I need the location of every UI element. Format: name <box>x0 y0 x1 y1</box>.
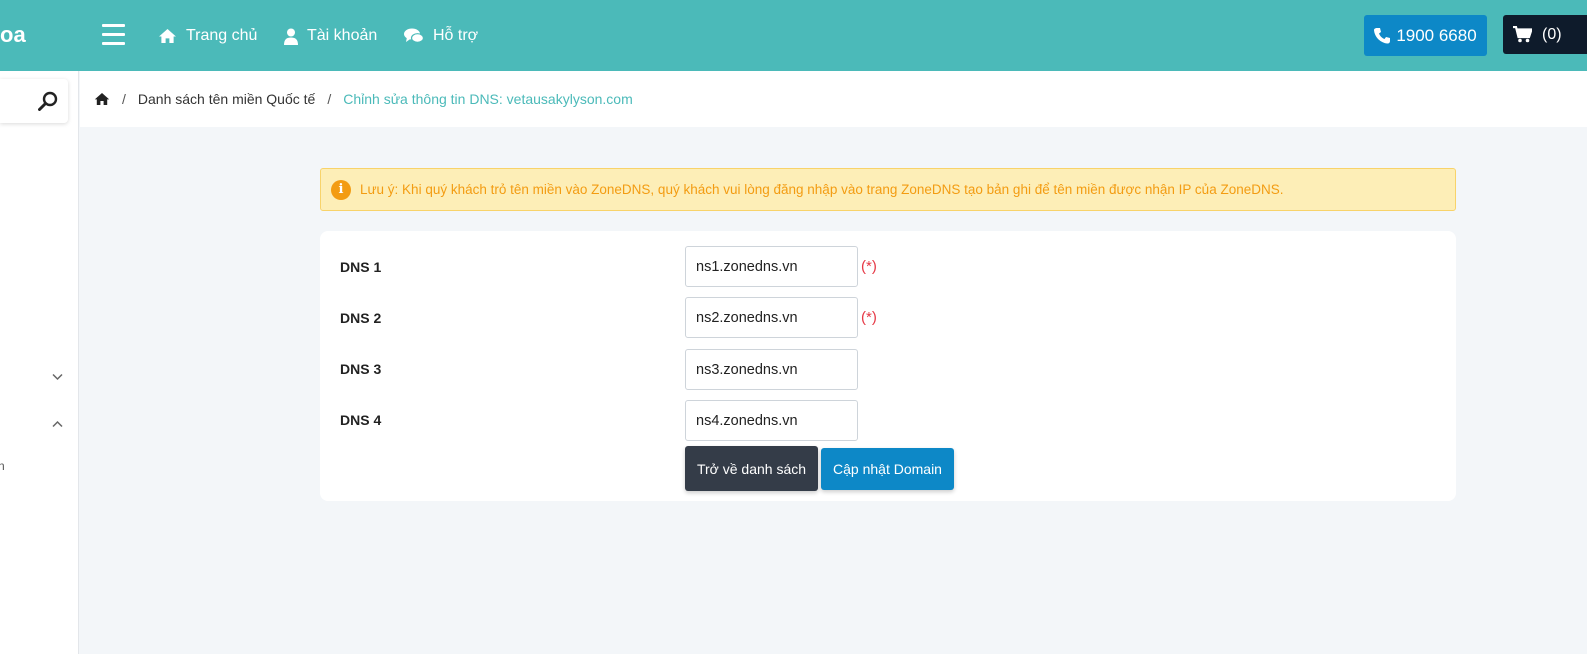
breadcrumb: / Danh sách tên miền Quốc tế / Chỉnh sửa… <box>80 71 1587 127</box>
nav-account-label: Tài khoản <box>307 27 378 44</box>
required-marker: (*) <box>861 258 877 275</box>
sidebar-item-label[interactable]: n <box>0 459 5 473</box>
search-icon <box>38 91 58 111</box>
home-icon[interactable] <box>94 92 110 106</box>
chat-icon <box>404 28 424 43</box>
nav-home-label: Trang chủ <box>186 27 258 44</box>
dns4-label: DNS 4 <box>340 412 382 428</box>
dns4-input[interactable] <box>685 400 858 441</box>
update-domain-button[interactable]: Cập nhật Domain <box>821 448 954 490</box>
dns-warning-alert: i Lưu ý: Khi quý khách trỏ tên miền vào … <box>320 168 1456 211</box>
nav-support-label: Hỗ trợ <box>433 27 479 44</box>
cart-count: (0) <box>1542 25 1562 43</box>
dns3-input[interactable] <box>685 349 858 390</box>
hamburger-icon[interactable] <box>102 24 125 46</box>
breadcrumb-item-current: Chỉnh sửa thông tin DNS: vetausakylyson.… <box>343 91 633 107</box>
dns2-label: DNS 2 <box>340 310 382 326</box>
dns-form-card: DNS 1 (*) DNS 2 (*) DNS 3 DNS 4 Trở về d… <box>320 231 1456 501</box>
back-to-list-button[interactable]: Trở về danh sách <box>685 446 818 491</box>
chevron-down-icon[interactable] <box>52 373 63 381</box>
cart-icon <box>1513 26 1532 43</box>
dns2-input[interactable] <box>685 297 858 338</box>
user-icon <box>284 28 298 45</box>
breadcrumb-separator: / <box>122 91 126 107</box>
hotline-button[interactable]: 1900 6680 <box>1364 15 1487 56</box>
cart-button[interactable]: (0) <box>1503 15 1587 54</box>
dns3-label: DNS 3 <box>340 361 382 377</box>
info-icon: i <box>331 179 351 200</box>
hotline-number: 1900 6680 <box>1396 25 1477 45</box>
breadcrumb-item-domain-list[interactable]: Danh sách tên miền Quốc tế <box>138 91 315 107</box>
breadcrumb-separator: / <box>327 91 332 107</box>
dns1-input[interactable] <box>685 246 858 287</box>
top-navbar: oa Trang chủ Tài khoản Hỗ trợ 1900 6680 <box>0 0 1587 71</box>
nav-support-link[interactable]: Hỗ trợ <box>404 25 478 47</box>
sidebar-search-box[interactable] <box>0 79 68 123</box>
sidebar: n <box>0 71 79 654</box>
nav-account-link[interactable]: Tài khoản <box>284 25 377 47</box>
chevron-up-icon[interactable] <box>52 420 63 428</box>
phone-icon <box>1374 28 1391 44</box>
brand-logo[interactable]: oa <box>0 22 26 48</box>
alert-text: Lưu ý: Khi quý khách trỏ tên miền vào Zo… <box>360 182 1284 197</box>
dns1-label: DNS 1 <box>340 259 382 275</box>
required-marker: (*) <box>861 309 877 326</box>
home-icon <box>159 28 176 44</box>
nav-home-link[interactable]: Trang chủ <box>158 25 257 47</box>
